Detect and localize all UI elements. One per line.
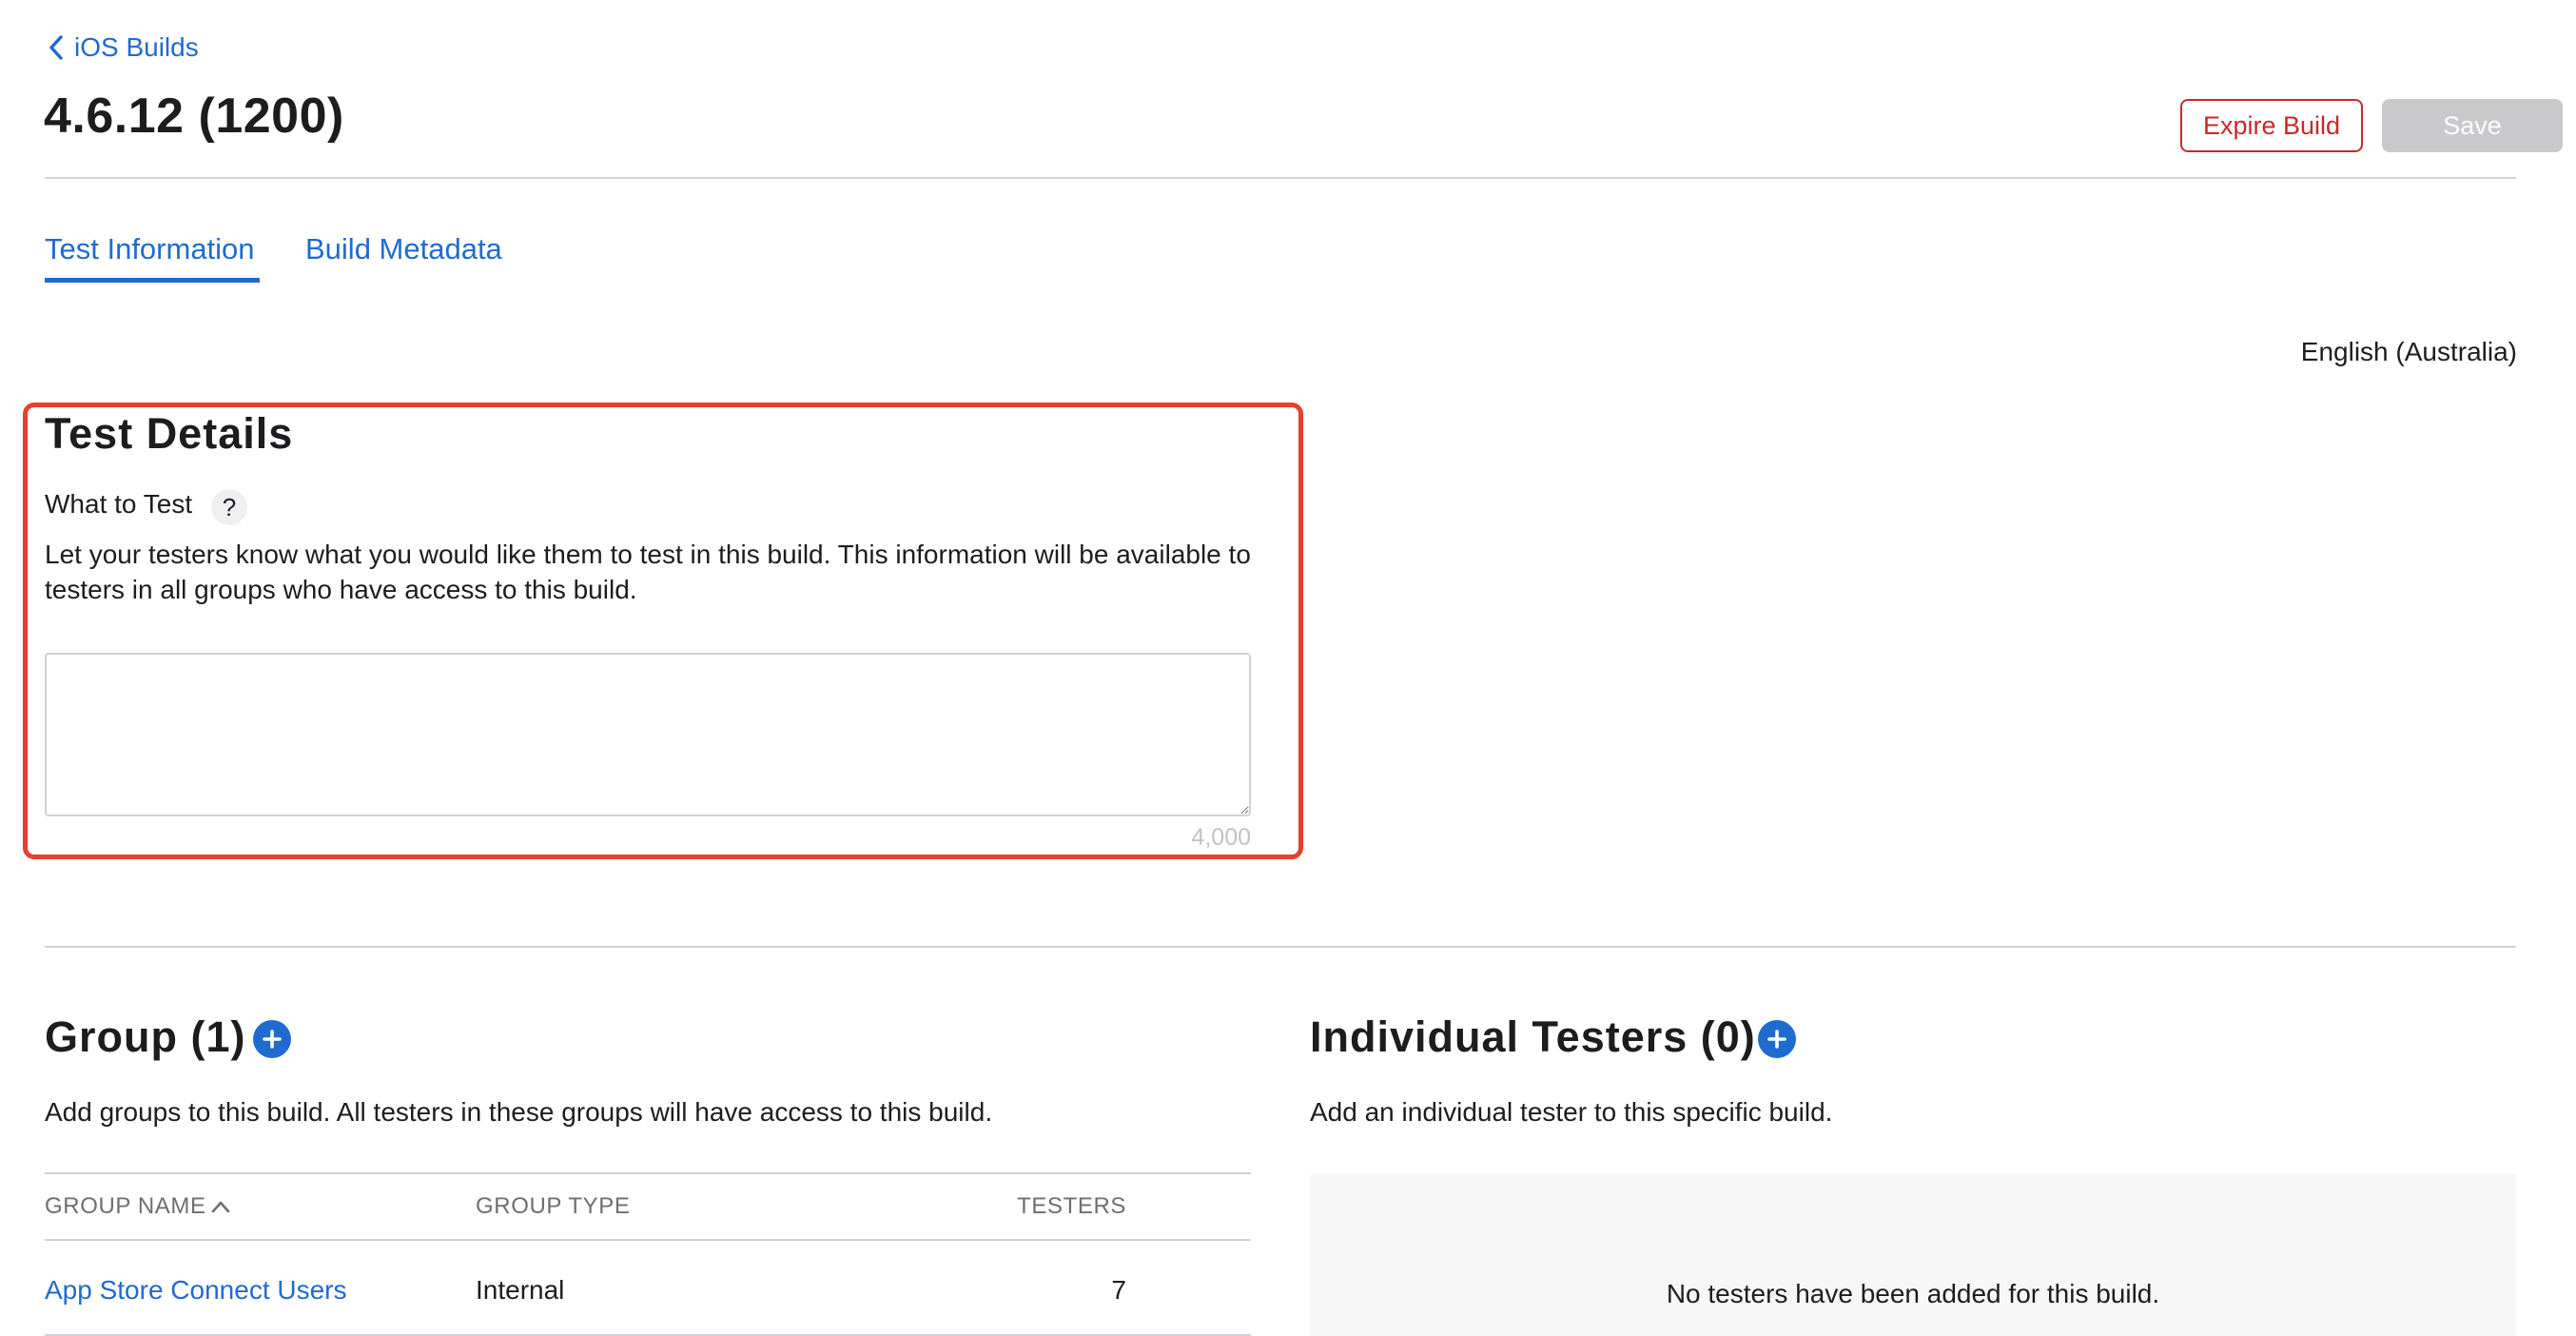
empty-testers-panel [1310, 1174, 2516, 1336]
group-type-cell: Internal [476, 1275, 565, 1305]
locale-selector[interactable]: English (Australia) [2301, 337, 2517, 367]
add-tester-icon[interactable] [1758, 1020, 1796, 1058]
active-tab-indicator [45, 278, 260, 283]
section-divider [45, 946, 2516, 948]
individual-testers-description: Add an individual tester to this specifi… [1310, 1097, 1833, 1127]
what-to-test-textarea[interactable] [45, 653, 1251, 816]
column-header-group-type[interactable]: GROUP TYPE [476, 1193, 631, 1220]
save-button[interactable]: Save [2382, 99, 2563, 152]
group-name-cell[interactable]: App Store Connect Users [45, 1275, 347, 1306]
empty-testers-message: No testers have been added for this buil… [1666, 1279, 2160, 1308]
group-section-title: Group (1) [45, 1012, 246, 1061]
group-testers-cell: 7 [1111, 1275, 1126, 1305]
group-name-header-label: GROUP NAME [45, 1193, 206, 1219]
sort-ascending-icon [210, 1194, 231, 1221]
what-to-test-label: What to Test [45, 489, 193, 519]
group-table-header-border [45, 1239, 1251, 1241]
add-group-icon[interactable] [253, 1020, 291, 1058]
group-section-description: Add groups to this build. All testers in… [45, 1097, 993, 1127]
back-link-ios-builds[interactable]: iOS Builds [46, 32, 199, 63]
page-title: 4.6.12 (1200) [44, 88, 344, 144]
what-to-test-description-line-2: testers in all groups who have access to… [45, 575, 637, 604]
header-divider [45, 177, 2516, 179]
tab-build-metadata[interactable]: Build Metadata [305, 232, 502, 266]
individual-testers-title: Individual Testers (0) [1310, 1012, 1756, 1061]
what-to-test-description-line-1: Let your testers know what you would lik… [45, 540, 1251, 569]
column-header-group-name[interactable]: GROUP NAME [45, 1193, 231, 1221]
test-details-title: Test Details [45, 409, 294, 458]
tab-test-information[interactable]: Test Information [45, 232, 255, 266]
character-count: 4,000 [1191, 824, 1251, 851]
back-link-label: iOS Builds [74, 32, 199, 62]
column-header-testers[interactable]: TESTERS [1017, 1193, 1126, 1220]
chevron-left-icon [46, 34, 67, 61]
group-table-top-border [45, 1172, 1251, 1174]
help-icon[interactable]: ? [211, 489, 247, 525]
expire-build-button[interactable]: Expire Build [2180, 99, 2363, 152]
